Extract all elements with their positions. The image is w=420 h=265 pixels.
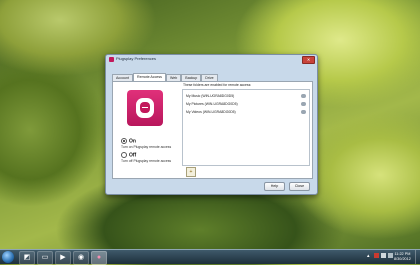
tab-web[interactable]: Web — [165, 74, 182, 81]
folder-name: My Music (WIN-UGRA8DG0D5) — [186, 94, 235, 98]
edit-icon[interactable] — [301, 102, 306, 106]
app-icon — [109, 57, 114, 62]
edit-icon[interactable] — [301, 110, 306, 114]
preferences-window: Plugsplay Preferences ✕ Account Remote A… — [105, 54, 318, 195]
list-item[interactable]: My Music (WIN-UGRA8DG0D5) — [186, 93, 306, 99]
folder-name: My Videos (WIN-UGRA8DG0D5) — [186, 110, 236, 114]
folder-name: My Pictures (WIN-UGRA8DG0D5) — [186, 102, 238, 106]
taskbar: ◩ ▭ ▶ ◉ ● ▴ 11:22 PM 8/30/2012 — [0, 249, 420, 265]
tab-account[interactable]: Account — [112, 74, 133, 81]
start-button[interactable] — [2, 251, 14, 263]
tab-remote-access[interactable]: Remote Access — [133, 73, 166, 81]
radio-off-label: Off — [129, 152, 137, 159]
tab-drive[interactable]: Drive — [201, 74, 218, 81]
tab-backup[interactable]: Backup — [181, 74, 202, 81]
close-button[interactable]: Close — [289, 182, 310, 191]
folders-heading: These folders are enabled for remote acc… — [183, 83, 252, 87]
tray-expand-icon[interactable]: ▴ — [367, 253, 370, 259]
edit-icon[interactable] — [301, 94, 306, 98]
network-icon[interactable] — [381, 253, 386, 258]
radio-on-description: Turn on Plugsplay remote access — [121, 145, 172, 149]
clock-date: 8/30/2012 — [394, 257, 411, 261]
radio-on-label: On — [129, 138, 136, 145]
window-title: Plugsplay Preferences — [116, 56, 157, 61]
remote-access-pane: On Turn on Plugsplay remote access Off T… — [112, 81, 313, 179]
clock[interactable]: 11:22 PM 8/30/2012 — [394, 252, 411, 262]
tab-strip: Account Remote Access Web Backup Drive — [112, 73, 218, 81]
plugsplay-logo — [127, 90, 163, 126]
radio-off-description: Turn off Plugsplay remote access — [121, 159, 172, 163]
title-bar[interactable]: Plugsplay Preferences ✕ — [106, 55, 317, 64]
list-item[interactable]: My Pictures (WIN-UGRA8DG0D5) — [186, 101, 306, 107]
radio-on[interactable]: On — [121, 138, 136, 144]
radio-off[interactable]: Off — [121, 152, 136, 158]
show-desktop-button[interactable] — [415, 250, 420, 264]
add-folder-button[interactable]: + — [186, 167, 196, 177]
list-item[interactable]: My Videos (WIN-UGRA8DG0D5) — [186, 109, 306, 115]
radio-on-indicator[interactable] — [121, 138, 127, 144]
help-button[interactable]: Help — [264, 182, 285, 191]
radio-off-indicator[interactable] — [121, 152, 127, 158]
add-folder-icon: + — [189, 169, 193, 175]
folders-list: My Music (WIN-UGRA8DG0D5) My Pictures (W… — [182, 89, 310, 166]
window-close-button[interactable]: ✕ — [302, 56, 315, 64]
flag-icon[interactable] — [374, 253, 379, 258]
volume-icon[interactable] — [388, 253, 393, 258]
